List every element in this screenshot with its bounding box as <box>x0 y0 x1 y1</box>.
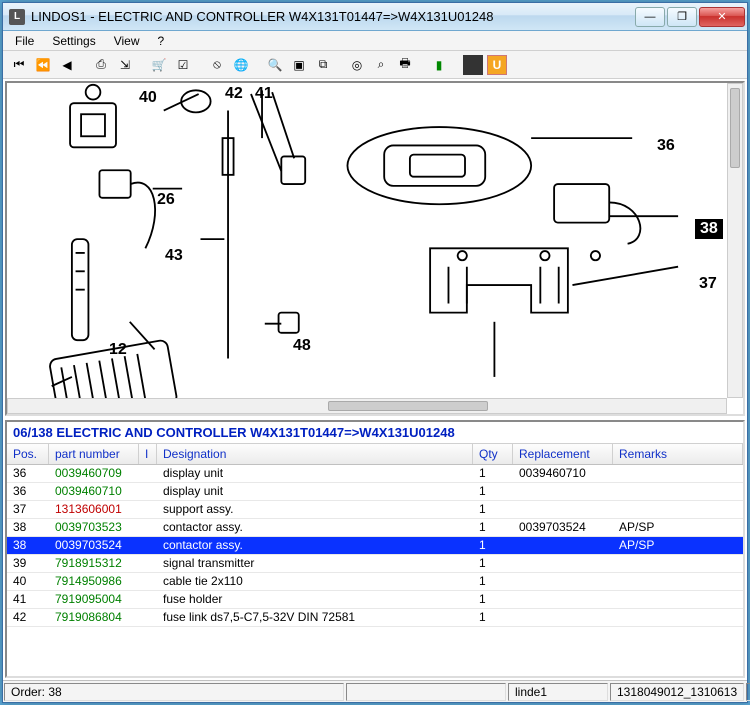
parts-table-pane: 06/138 ELECTRIC AND CONTROLLER W4X131T01… <box>5 420 745 678</box>
diagram-hscroll[interactable] <box>7 398 727 414</box>
table-row[interactable]: 380039703523contactor assy.10039703524AP… <box>7 519 743 537</box>
callout-42: 42 <box>225 85 243 103</box>
diagram-vscroll[interactable] <box>727 83 743 398</box>
parts-diagram <box>7 83 743 414</box>
col-part-number[interactable]: part number <box>49 444 139 464</box>
table-row[interactable]: 427919086804fuse link ds7,5-C7,5-32V DIN… <box>7 609 743 627</box>
col-qty[interactable]: Qty <box>473 444 513 464</box>
toolbar: ⏮ ⏪ ◀ ⎙ ⇲ 🛒 ☑ ⦸ 🌐 🔍 ▣ ⧉ ◎ ⌕ 🖶 ▮ U <box>3 51 747 79</box>
titlebar: L LINDOS1 - ELECTRIC AND CONTROLLER W4X1… <box>3 3 747 31</box>
table-body: 360039460709display unit1003946071036003… <box>7 465 743 676</box>
table-row[interactable]: 380039703524contactor assy.1AP/SP <box>7 537 743 555</box>
save-icon[interactable]: ⎙ <box>91 55 111 75</box>
callout-41: 41 <box>255 85 273 103</box>
status-order: Order: 38 <box>4 683 344 701</box>
table-row[interactable]: 407914950986cable tie 2x1101 <box>7 573 743 591</box>
window-title: LINDOS1 - ELECTRIC AND CONTROLLER W4X131… <box>31 9 635 24</box>
table-row[interactable]: 397918915312signal transmitter1 <box>7 555 743 573</box>
page-icon[interactable]: ▣ <box>289 55 309 75</box>
export-icon[interactable]: ⇲ <box>115 55 135 75</box>
find-icon[interactable]: ⌕ <box>371 55 391 75</box>
app-icon: L <box>9 9 25 25</box>
cart-icon[interactable]: 🛒 <box>149 55 169 75</box>
col-i[interactable]: I <box>139 444 157 464</box>
menu-view[interactable]: View <box>106 32 148 50</box>
menubar: File Settings View ? <box>3 31 747 51</box>
table-caption: 06/138 ELECTRIC AND CONTROLLER W4X131T01… <box>7 422 743 443</box>
col-designation[interactable]: Designation <box>157 444 473 464</box>
statusbar: Order: 38 linde1 1318049012_1310613 GB G… <box>3 680 747 702</box>
col-replacement[interactable]: Replacement <box>513 444 613 464</box>
diagram-viewport[interactable]: 40 42 41 26 43 48 12 20 36 38 37 44 <box>5 81 745 416</box>
callout-37: 37 <box>699 275 717 293</box>
table-row[interactable]: 360039460710display unit1 <box>7 483 743 501</box>
status-user: linde1 <box>508 683 608 701</box>
status-doc: 1318049012_1310613 <box>610 683 744 701</box>
flag-icon[interactable] <box>463 55 483 75</box>
callout-48: 48 <box>293 337 311 355</box>
menu-file[interactable]: File <box>7 32 42 50</box>
table-row[interactable]: 371313606001support assy.1 <box>7 501 743 519</box>
target-icon[interactable]: ◎ <box>347 55 367 75</box>
maximize-button[interactable]: ❐ <box>667 7 697 27</box>
u-button-icon[interactable]: U <box>487 55 507 75</box>
callout-40: 40 <box>139 89 157 107</box>
callout-38-highlighted: 38 <box>695 219 723 239</box>
status-blank <box>346 683 506 701</box>
callout-36: 36 <box>657 137 675 155</box>
table-row[interactable]: 417919095004fuse holder1 <box>7 591 743 609</box>
first-icon[interactable]: ⏮ <box>9 55 29 75</box>
app-window: L LINDOS1 - ELECTRIC AND CONTROLLER W4X1… <box>2 2 748 703</box>
table-row[interactable]: 360039460709display unit10039460710 <box>7 465 743 483</box>
rewind-icon[interactable]: ⏪ <box>33 55 53 75</box>
callout-26: 26 <box>157 191 175 209</box>
callout-20: 20 <box>9 415 27 416</box>
status-lang1: GB <box>746 683 750 701</box>
col-remarks[interactable]: Remarks <box>613 444 743 464</box>
nowire-icon[interactable]: ⦸ <box>207 55 227 75</box>
print-icon[interactable]: 🖶 <box>395 55 415 75</box>
book-icon[interactable]: ▮ <box>429 55 449 75</box>
prev-icon[interactable]: ◀ <box>57 55 77 75</box>
zoom-in-icon[interactable]: 🔍 <box>265 55 285 75</box>
table-header: Pos. part number I Designation Qty Repla… <box>7 443 743 465</box>
copy-icon[interactable]: ⧉ <box>313 55 333 75</box>
checklist-icon[interactable]: ☑ <box>173 55 193 75</box>
callout-43: 43 <box>165 247 183 265</box>
close-button[interactable]: ✕ <box>699 7 745 27</box>
minimize-button[interactable]: — <box>635 7 665 27</box>
globe-icon[interactable]: 🌐 <box>231 55 251 75</box>
col-pos[interactable]: Pos. <box>7 444 49 464</box>
menu-help[interactable]: ? <box>150 32 173 50</box>
callout-12: 12 <box>109 341 127 359</box>
menu-settings[interactable]: Settings <box>44 32 103 50</box>
